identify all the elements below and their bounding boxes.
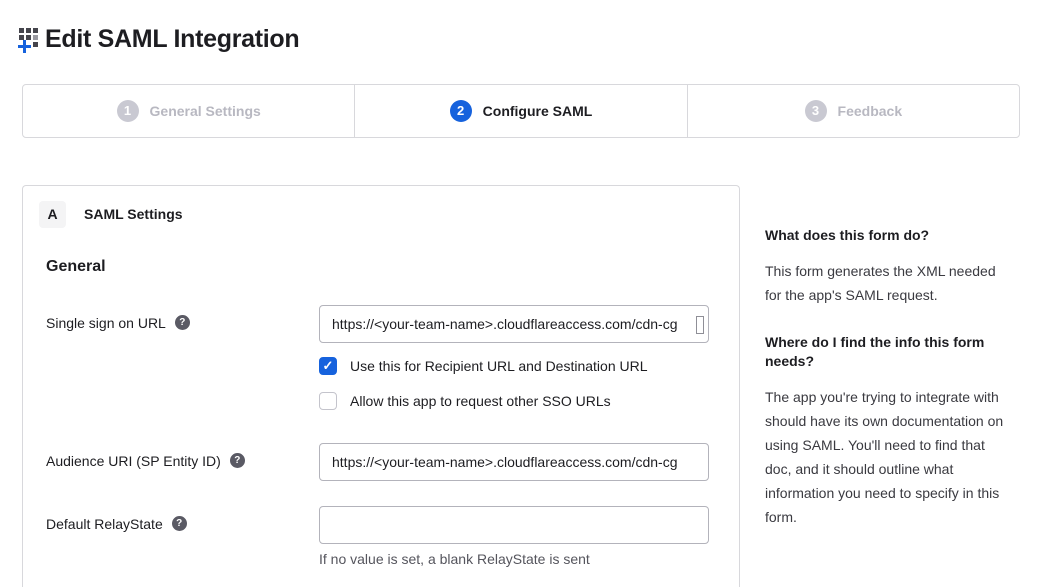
help-icon[interactable]: ?: [172, 516, 187, 531]
wizard-step-general-settings[interactable]: 1 General Settings: [23, 85, 354, 137]
check-icon: ✓: [323, 359, 334, 372]
help-sidebar: What does this form do? This form genera…: [765, 185, 1012, 555]
relay-state-label: Default RelayState: [46, 516, 163, 532]
relay-state-input-wrap: [319, 506, 709, 544]
audience-uri-label-group: Audience URI (SP Entity ID) ?: [46, 443, 319, 469]
sso-url-label: Single sign on URL: [46, 315, 166, 331]
wizard-step-configure-saml[interactable]: 2 Configure SAML: [354, 85, 686, 137]
relay-state-helper-text: If no value is set, a blank RelayState i…: [319, 551, 709, 567]
step-wizard: 1 General Settings 2 Configure SAML 3 Fe…: [22, 84, 1020, 138]
field-row-audience-uri: Audience URI (SP Entity ID) ?: [46, 443, 715, 481]
panel-body: General Single sign on URL ? ✓: [46, 258, 715, 567]
saml-settings-panel: A SAML Settings General Single sign on U…: [22, 185, 740, 587]
other-sso-urls-checkbox[interactable]: ✓: [319, 392, 337, 410]
sso-url-input-wrap: [319, 305, 709, 343]
step-number-badge: 3: [805, 100, 827, 122]
relay-state-input[interactable]: [319, 506, 709, 544]
help-icon[interactable]: ?: [230, 453, 245, 468]
page-title: Edit SAML Integration: [45, 25, 299, 54]
help-icon[interactable]: ?: [175, 315, 190, 330]
sidebar-heading-what: What does this form do?: [765, 226, 1012, 245]
section-header: A SAML Settings: [39, 201, 715, 228]
audience-uri-control: [319, 443, 709, 481]
audience-uri-input-wrap: [319, 443, 709, 481]
audience-uri-input[interactable]: [319, 443, 709, 481]
sidebar-heading-where: Where do I find the info this form needs…: [765, 333, 1012, 371]
sidebar-body-what: This form generates the XML needed for t…: [765, 259, 1012, 307]
step-number-badge: 2: [450, 100, 472, 122]
step-number-badge: 1: [117, 100, 139, 122]
sso-url-label-group: Single sign on URL ?: [46, 305, 319, 331]
page-header: Edit SAML Integration: [0, 0, 1063, 71]
step-label: Configure SAML: [483, 103, 593, 119]
field-row-sso-url: Single sign on URL ? ✓ Use this for Reci…: [46, 305, 715, 410]
app-grid-add-icon: [17, 24, 44, 54]
recipient-url-checkbox[interactable]: ✓: [319, 357, 337, 375]
general-group-title: General: [46, 258, 715, 276]
other-sso-urls-checkbox-label: Allow this app to request other SSO URLs: [350, 393, 611, 409]
section-a-badge: A: [39, 201, 66, 228]
audience-uri-label: Audience URI (SP Entity ID): [46, 453, 221, 469]
relay-state-label-group: Default RelayState ?: [46, 506, 319, 532]
step-label: Feedback: [838, 103, 903, 119]
sidebar-body-where: The app you're trying to integrate with …: [765, 385, 1012, 529]
wizard-step-feedback[interactable]: 3 Feedback: [687, 85, 1019, 137]
content-area: A SAML Settings General Single sign on U…: [22, 185, 1063, 587]
sso-url-input[interactable]: [319, 305, 709, 343]
section-title: SAML Settings: [84, 206, 183, 222]
sso-url-control: ✓ Use this for Recipient URL and Destina…: [319, 305, 709, 410]
recipient-url-checkbox-row: ✓ Use this for Recipient URL and Destina…: [319, 357, 709, 375]
other-sso-urls-checkbox-row: ✓ Allow this app to request other SSO UR…: [319, 392, 709, 410]
recipient-url-checkbox-label: Use this for Recipient URL and Destinati…: [350, 358, 648, 374]
step-label: General Settings: [150, 103, 261, 119]
